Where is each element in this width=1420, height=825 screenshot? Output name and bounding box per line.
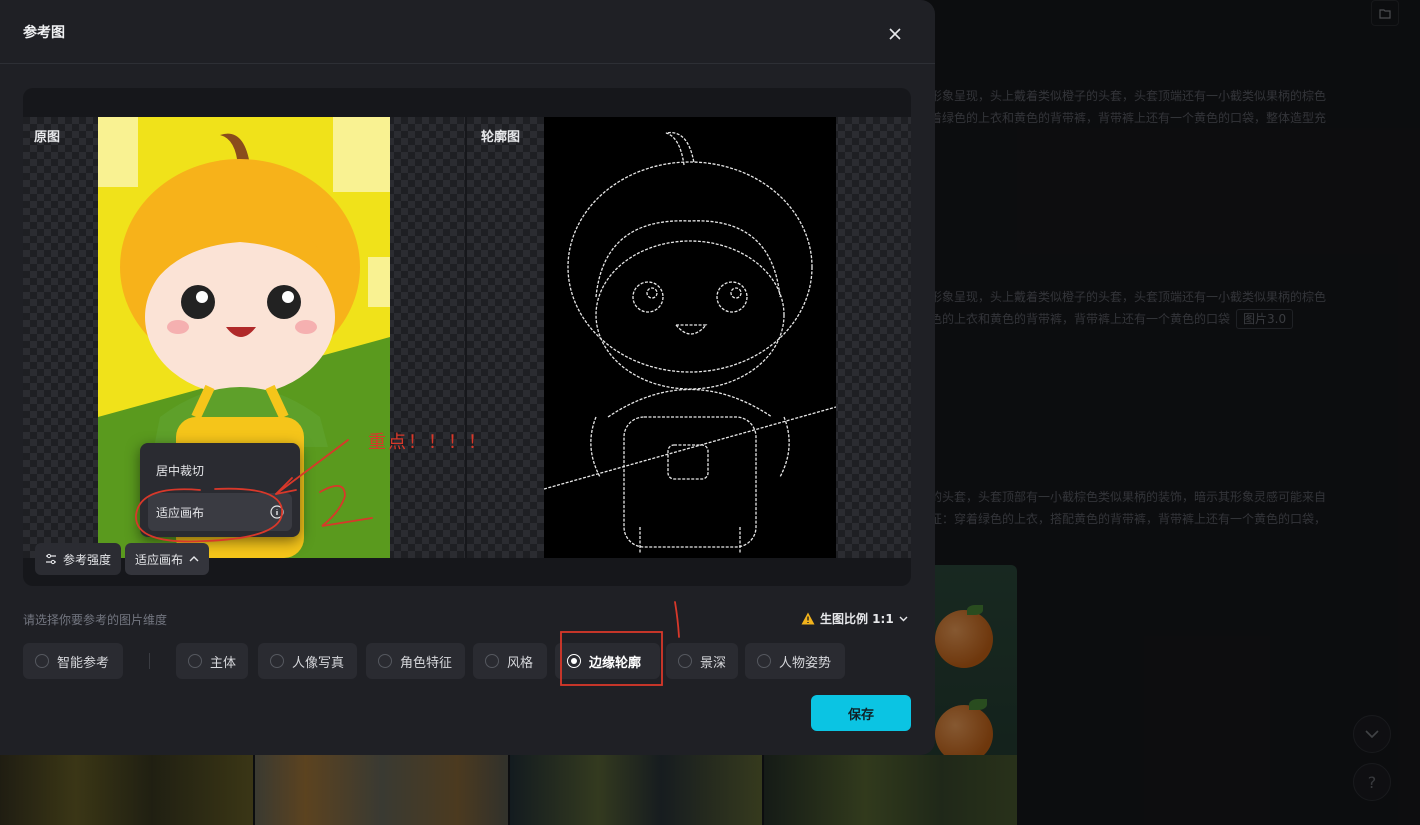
radio-icon xyxy=(678,654,692,668)
chevron-down-icon xyxy=(899,616,908,621)
radio-icon xyxy=(188,654,202,668)
contour-illustration xyxy=(544,131,836,553)
radio-icon xyxy=(270,654,284,668)
dimension-subject[interactable]: 主体 xyxy=(176,643,248,679)
crop-mode-dropdown[interactable]: 适应画布 xyxy=(125,543,210,575)
dimension-depth-of-field[interactable]: 景深 xyxy=(666,643,738,679)
edge-contour-image xyxy=(544,117,836,558)
crop-option-center[interactable]: 居中裁切 xyxy=(148,451,292,489)
dimension-hint: 请选择你要参考的图片维度 xyxy=(23,613,168,627)
radio-icon xyxy=(485,654,499,668)
original-label: 原图 xyxy=(34,130,61,145)
radio-icon xyxy=(378,654,392,668)
chevron-up-icon xyxy=(189,556,199,562)
reference-image-dialog: 参考图 原图 轮廓图 居中裁切 适应画布 参考强度 适应画布 请选择你要参考的图… xyxy=(0,0,935,755)
preview-controls: 参考强度 适应画布 xyxy=(35,543,210,575)
edge-label: 轮廓图 xyxy=(481,130,521,145)
annotation-emphasis-text: 重点！！！！ xyxy=(368,432,488,453)
save-button[interactable]: 保存 xyxy=(811,695,911,731)
radio-icon xyxy=(35,654,49,668)
radio-selected-icon xyxy=(567,654,581,668)
aspect-ratio-selector[interactable]: 生图比例 1:1 xyxy=(801,610,908,627)
close-icon xyxy=(889,28,901,40)
dimension-style[interactable]: 风格 xyxy=(473,643,547,679)
radio-icon xyxy=(757,654,771,668)
close-button[interactable] xyxy=(882,21,908,47)
dimension-smart-reference[interactable]: 智能参考 xyxy=(23,643,123,679)
sliders-icon xyxy=(46,553,56,565)
crop-option-fit-canvas[interactable]: 适应画布 xyxy=(148,493,292,531)
dimension-portrait[interactable]: 人像写真 xyxy=(258,643,357,679)
dimension-edge-contour[interactable]: 边缘轮廓 xyxy=(555,643,660,679)
crop-mode-menu: 居中裁切 适应画布 xyxy=(140,443,300,537)
dialog-header: 参考图 xyxy=(0,0,935,64)
info-icon[interactable] xyxy=(270,505,284,519)
dialog-title: 参考图 xyxy=(23,24,65,41)
reference-strength-button[interactable]: 参考强度 xyxy=(35,543,122,575)
dimension-pose[interactable]: 人物姿势 xyxy=(745,643,845,679)
dimension-character-features[interactable]: 角色特征 xyxy=(366,643,465,679)
warning-icon xyxy=(801,612,815,625)
